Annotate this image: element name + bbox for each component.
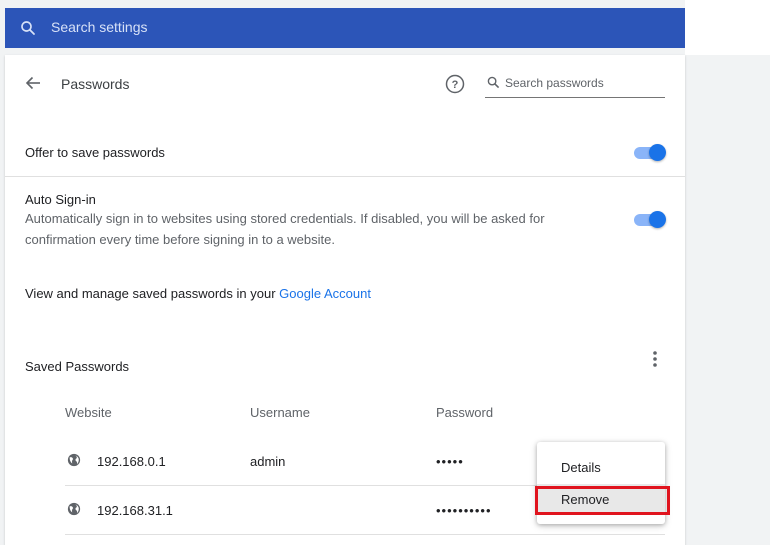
menu-item-label: Details [561,460,601,475]
right-fill [685,0,770,55]
more-vert-icon[interactable] [650,349,660,369]
back-arrow-icon[interactable] [25,75,41,91]
offer-to-save-toggle[interactable] [634,144,666,161]
remove-highlight-box [535,486,670,515]
manage-text: View and manage saved passwords in your [25,286,280,301]
settings-search-input[interactable]: Search settings [51,19,148,35]
help-icon[interactable]: ? [445,74,465,94]
saved-passwords-title: Saved Passwords [25,359,130,374]
google-account-link[interactable]: Google Account [279,286,371,301]
auto-signin-description-line: confirmation every time before signing i… [25,232,335,247]
auto-signin-description: Automatically sign in to websites using … [25,208,585,250]
website-cell: 192.168.31.1 [97,503,173,518]
settings-search-bar[interactable]: Search settings [5,8,685,48]
divider [65,534,665,535]
auto-signin-toggle[interactable] [634,211,666,228]
column-header-website: Website [65,405,112,420]
column-header-password: Password [436,405,494,420]
auto-signin-label: Auto Sign-in [25,192,96,207]
username-cell: admin [250,454,286,469]
globe-icon [67,453,81,467]
password-cell: •••••••••• [436,503,492,518]
menu-item-details[interactable]: Details [537,452,665,482]
password-search-field[interactable]: Search passwords [485,73,665,98]
right-strip [685,55,770,545]
page-title: Passwords [61,76,130,92]
globe-icon [67,502,81,516]
column-header-username: Username [250,405,310,420]
website-cell: 192.168.0.1 [97,454,166,469]
divider [5,176,685,177]
search-icon [21,21,35,35]
manage-passwords-text: View and manage saved passwords in your … [25,286,371,301]
offer-to-save-label: Offer to save passwords [25,145,165,160]
svg-text:?: ? [452,79,459,91]
password-search-input[interactable]: Search passwords [505,76,604,90]
toggle-knob [649,211,666,228]
password-cell: ••••• [436,454,464,469]
auto-signin-description-line: Automatically sign in to websites using … [25,211,545,226]
toggle-knob [649,144,666,161]
search-icon [487,76,500,89]
